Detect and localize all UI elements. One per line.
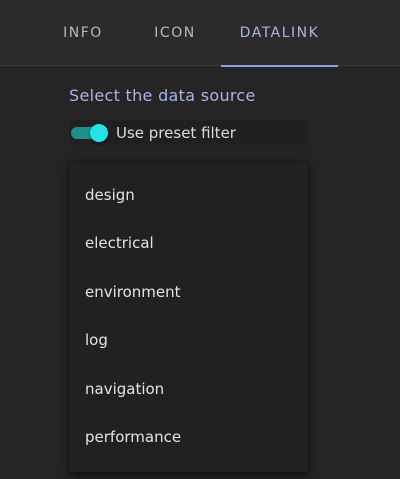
data-source-option-electrical[interactable]: electrical: [69, 219, 308, 267]
data-source-option-navigation[interactable]: navigation: [69, 365, 308, 413]
option-label: design: [85, 186, 135, 204]
preset-filter-row: Use preset filter: [69, 120, 308, 145]
toggle-thumb: [90, 123, 108, 142]
data-source-option-log[interactable]: log: [69, 316, 308, 364]
option-label: performance: [85, 428, 182, 446]
preset-filter-label: Use preset filter: [116, 123, 236, 142]
option-label: navigation: [85, 380, 165, 398]
tab-info[interactable]: INFO: [50, 0, 116, 66]
data-source-option-performance[interactable]: performance: [69, 413, 308, 461]
data-source-option-environment[interactable]: environment: [69, 268, 308, 316]
data-source-menu: design electrical environment log naviga…: [69, 162, 308, 472]
tab-icon[interactable]: ICON: [141, 0, 209, 66]
data-source-option-design[interactable]: design: [69, 171, 308, 219]
option-label: electrical: [85, 234, 154, 252]
option-label: log: [85, 331, 108, 349]
tab-icon-label: ICON: [154, 25, 196, 41]
tab-info-label: INFO: [63, 25, 103, 41]
active-tab-indicator: [221, 65, 338, 67]
option-label: environment: [85, 283, 181, 301]
tab-bar: INFO ICON DATALINK: [0, 0, 400, 67]
datalink-panel: INFO ICON DATALINK Select the data sourc…: [0, 0, 400, 479]
section-title: Select the data source: [69, 86, 256, 105]
preset-filter-toggle[interactable]: [70, 121, 108, 145]
tab-datalink-label: DATALINK: [239, 25, 320, 41]
tab-datalink[interactable]: DATALINK: [221, 0, 338, 67]
